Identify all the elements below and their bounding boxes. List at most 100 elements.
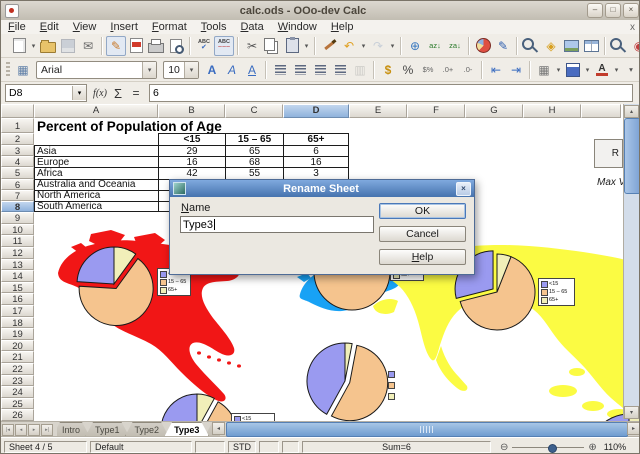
edit-file-icon[interactable]: ✎ (106, 36, 126, 56)
undo-dropdown-icon[interactable]: ▾ (359, 36, 368, 56)
underline-icon[interactable]: A (242, 60, 262, 80)
standard-format-icon[interactable]: $% (418, 60, 438, 80)
row-header-20[interactable]: 20 (1, 340, 34, 352)
cut-icon[interactable]: ✂ (242, 36, 262, 56)
borders-icon[interactable]: ▦ (534, 60, 554, 80)
sort-descending-icon[interactable]: za↓ (445, 36, 465, 56)
paste-dropdown-icon[interactable]: ▾ (302, 36, 311, 56)
cancel-button[interactable]: Cancel (379, 226, 466, 242)
row-header-11[interactable]: 11 (1, 235, 34, 247)
close-document-button[interactable]: x (630, 22, 635, 33)
toolbar2-overflow-icon[interactable]: ▾ (621, 60, 640, 80)
status-sum[interactable]: Sum=6 (302, 441, 491, 453)
row-header-13[interactable]: 13 (1, 259, 34, 271)
background-color-icon[interactable] (563, 60, 583, 80)
row-header-14[interactable]: 14 (1, 270, 34, 282)
add-decimal-icon[interactable]: .0+ (438, 60, 458, 80)
insert-chart-icon[interactable] (473, 36, 493, 56)
column-header-G[interactable]: G (465, 104, 523, 118)
zoom-in-icon[interactable]: ⊕ (588, 442, 596, 453)
spellcheck-icon[interactable]: ABC✔ (194, 36, 214, 56)
row-header-10[interactable]: 10 (1, 224, 34, 236)
sheet-tab-type3[interactable]: Type3 (164, 422, 209, 437)
column-header-E[interactable]: E (349, 104, 407, 118)
input-line[interactable]: 6 (149, 84, 633, 102)
auto-spellcheck-icon[interactable]: ABC~~~ (214, 36, 234, 56)
menu-edit[interactable]: Edit (33, 21, 66, 33)
minimize-button[interactable]: – (587, 3, 603, 18)
vertical-scrollbar-thumb[interactable] (624, 118, 640, 194)
draw-functions-icon[interactable]: ✎ (493, 36, 513, 56)
sum-icon[interactable]: Σ (109, 86, 127, 101)
menu-insert[interactable]: Insert (103, 21, 145, 33)
region-cell[interactable]: South America (34, 201, 158, 212)
redo-icon[interactable]: ↷ (368, 36, 388, 56)
redo-dropdown-icon[interactable]: ▾ (388, 36, 397, 56)
zoom-icon[interactable] (609, 36, 629, 56)
export-pdf-icon[interactable] (126, 36, 146, 56)
close-button[interactable]: × (623, 3, 639, 18)
column-header-A[interactable]: A (34, 104, 158, 118)
help-button[interactable]: Help (379, 249, 466, 265)
column-header-D[interactable]: D (283, 104, 349, 118)
help-icon[interactable]: ◉ (629, 36, 640, 56)
paste-icon[interactable] (282, 36, 302, 56)
font-name-combo[interactable]: Arial▾ (36, 61, 157, 79)
undo-icon[interactable]: ↶ (339, 36, 359, 56)
zoom-out-icon[interactable]: ⊖ (500, 442, 508, 453)
row-header-4[interactable]: 4 (1, 156, 34, 167)
value-cell[interactable]: 6 (283, 145, 349, 156)
row-header-1[interactable]: 1 (1, 118, 34, 133)
menu-format[interactable]: Format (145, 21, 194, 33)
region-cell[interactable]: Europe (34, 156, 158, 167)
region-cell[interactable]: Asia (34, 145, 158, 156)
scroll-right-icon[interactable]: ▸ (627, 422, 640, 435)
value-cell[interactable]: 16 (158, 156, 225, 167)
font-name-combo-dropdown-icon[interactable]: ▾ (142, 62, 156, 78)
value-cell[interactable]: 68 (225, 156, 283, 167)
row-header-3[interactable]: 3 (1, 145, 34, 156)
delete-decimal-icon[interactable]: .0- (458, 60, 478, 80)
maximize-button[interactable]: □ (605, 3, 621, 18)
row-header-24[interactable]: 24 (1, 386, 34, 398)
age-header-cell[interactable]: 65+ (283, 133, 349, 145)
row-header-17[interactable]: 17 (1, 305, 34, 317)
scroll-left-icon[interactable]: ◂ (212, 422, 225, 435)
font-color-icon[interactable]: A (592, 60, 612, 80)
sheet-tab-type1[interactable]: Type1 (85, 422, 130, 437)
value-cell[interactable]: 3 (283, 167, 349, 178)
menu-help[interactable]: Help (324, 21, 361, 33)
row-header-22[interactable]: 22 (1, 363, 34, 375)
menu-view[interactable]: View (66, 21, 104, 33)
selection-mode[interactable]: STD (228, 441, 256, 453)
row-header-8[interactable]: 8 (1, 201, 34, 212)
sheet-tab-intro[interactable]: Intro (57, 422, 90, 437)
find-replace-icon[interactable] (521, 36, 541, 56)
name-box-dropdown-icon[interactable]: ▾ (72, 86, 86, 100)
ok-button[interactable]: OK (379, 203, 466, 219)
dialog-title-bar[interactable]: Rename Sheet × (170, 180, 474, 197)
align-right-icon[interactable] (310, 60, 330, 80)
decrease-indent-icon[interactable]: ⇤ (486, 60, 506, 80)
column-header-partial[interactable] (581, 104, 621, 118)
function-wizard-icon[interactable]: f(x) (91, 88, 109, 99)
increase-indent-icon[interactable]: ⇥ (506, 60, 526, 80)
gallery-icon[interactable] (561, 36, 581, 56)
row-header-15[interactable]: 15 (1, 282, 34, 294)
page-preview-icon[interactable] (166, 36, 186, 56)
column-header-F[interactable]: F (407, 104, 465, 118)
borders-dropdown-icon[interactable]: ▾ (554, 60, 563, 80)
row-header-25[interactable]: 25 (1, 398, 34, 410)
value-cell[interactable]: 42 (158, 167, 225, 178)
italic-icon[interactable]: A (222, 60, 242, 80)
formula-icon[interactable]: = (127, 86, 145, 100)
tab-prev-icon[interactable]: ◂ (15, 424, 27, 436)
toolbar-grip[interactable] (6, 62, 10, 78)
menu-tools[interactable]: Tools (194, 21, 234, 33)
name-box[interactable]: D8 ▾ (5, 84, 87, 102)
value-cell[interactable]: 65 (225, 145, 283, 156)
row-header-12[interactable]: 12 (1, 247, 34, 259)
partial-button[interactable]: R (594, 139, 623, 168)
row-header-21[interactable]: 21 (1, 351, 34, 363)
region-cell[interactable]: North America (34, 190, 158, 201)
